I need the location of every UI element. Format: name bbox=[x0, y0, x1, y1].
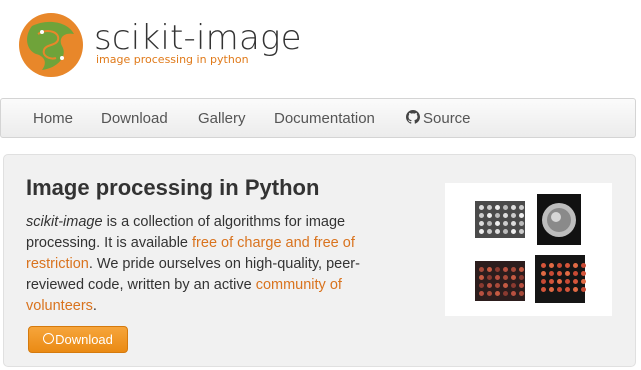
github-icon bbox=[406, 110, 420, 124]
site-tagline: image processing in python bbox=[96, 53, 249, 66]
nav-source-label: Source bbox=[423, 110, 471, 127]
download-button-label: Download bbox=[55, 332, 113, 347]
nav-gallery-link[interactable]: Gallery bbox=[198, 110, 246, 127]
download-button[interactable]: Download bbox=[28, 326, 128, 353]
labeled-coins-thumbnail bbox=[535, 255, 586, 303]
download-circle-icon bbox=[43, 333, 55, 344]
nav-source-link[interactable]: Source bbox=[406, 110, 471, 127]
nav-home-link[interactable]: Home bbox=[33, 110, 73, 127]
main-navbar: Home Download Gallery Documentation Sour… bbox=[0, 98, 636, 138]
nav-documentation-link[interactable]: Documentation bbox=[274, 110, 375, 127]
gallery-preview-image bbox=[445, 183, 612, 316]
coin-closeup-thumbnail bbox=[537, 194, 581, 245]
hero-panel: Image processing in Python scikit-image … bbox=[3, 154, 636, 367]
coins-grid-thumbnail bbox=[475, 201, 525, 238]
library-name: scikit-image bbox=[26, 214, 103, 230]
scikit-image-logo[interactable] bbox=[18, 12, 84, 78]
hero-description: scikit-image is a collection of algorith… bbox=[26, 212, 386, 317]
segmented-coins-thumbnail bbox=[475, 261, 525, 301]
description-part-3: . bbox=[92, 298, 97, 314]
site-header: scikit-image image processing in python bbox=[0, 0, 641, 96]
hero-title: Image processing in Python bbox=[26, 175, 320, 200]
nav-download-link[interactable]: Download bbox=[101, 110, 168, 127]
site-title[interactable]: scikit-image bbox=[94, 18, 302, 58]
